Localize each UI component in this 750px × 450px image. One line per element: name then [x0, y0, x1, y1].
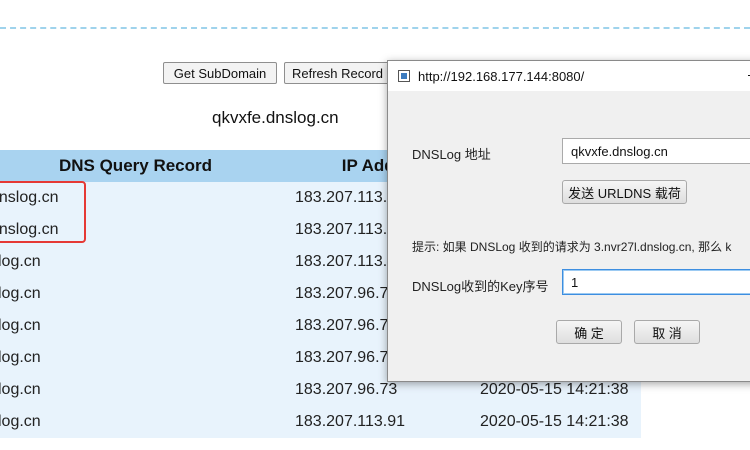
- send-urldns-button[interactable]: 发送 URLDNS 载荷: [562, 180, 687, 204]
- cell-time: 2020-05-15 14:21:38: [462, 406, 641, 438]
- key-index-input[interactable]: 1: [562, 269, 750, 295]
- urldns-dialog: http://192.168.177.144:8080/ DNSLog 地址 q…: [387, 60, 750, 382]
- table-row: slog.cn183.207.113.912020-05-15 14:21:38: [0, 406, 641, 438]
- dialog-title: http://192.168.177.144:8080/: [418, 68, 585, 84]
- cell-domain: slog.cn: [0, 310, 281, 342]
- ok-button[interactable]: 确 定: [556, 320, 622, 344]
- refresh-record-button[interactable]: Refresh Record: [284, 62, 394, 84]
- cell-domain: slog.cn: [0, 278, 281, 310]
- dialog-title-bar[interactable]: http://192.168.177.144:8080/: [388, 61, 750, 91]
- subdomain-text: qkvxfe.dnslog.cn: [212, 108, 339, 127]
- cell-domain: slog.cn: [0, 406, 281, 438]
- cell-domain: slog.cn: [0, 374, 281, 406]
- key-index-label: DNSLog收到的Key序号: [412, 279, 549, 294]
- hint-text: 提示: 如果 DNSLog 收到的请求为 3.nvr27l.dnslog.cn,…: [412, 240, 732, 254]
- dnslog-address-label: DNSLog 地址: [412, 147, 491, 162]
- dnslog-address-input[interactable]: qkvxfe.dnslog.cn: [562, 138, 750, 164]
- dashed-divider: [0, 27, 750, 29]
- header-dns-query-record: DNS Query Record: [0, 150, 281, 182]
- cell-domain: slog.cn: [0, 342, 281, 374]
- highlight-box: [0, 181, 86, 243]
- window-app-icon: [398, 70, 410, 82]
- cancel-button[interactable]: 取 消: [634, 320, 700, 344]
- cell-ip: 183.207.113.91: [281, 406, 462, 438]
- cell-domain: slog.cn: [0, 246, 281, 278]
- get-subdomain-button[interactable]: Get SubDomain: [163, 62, 277, 84]
